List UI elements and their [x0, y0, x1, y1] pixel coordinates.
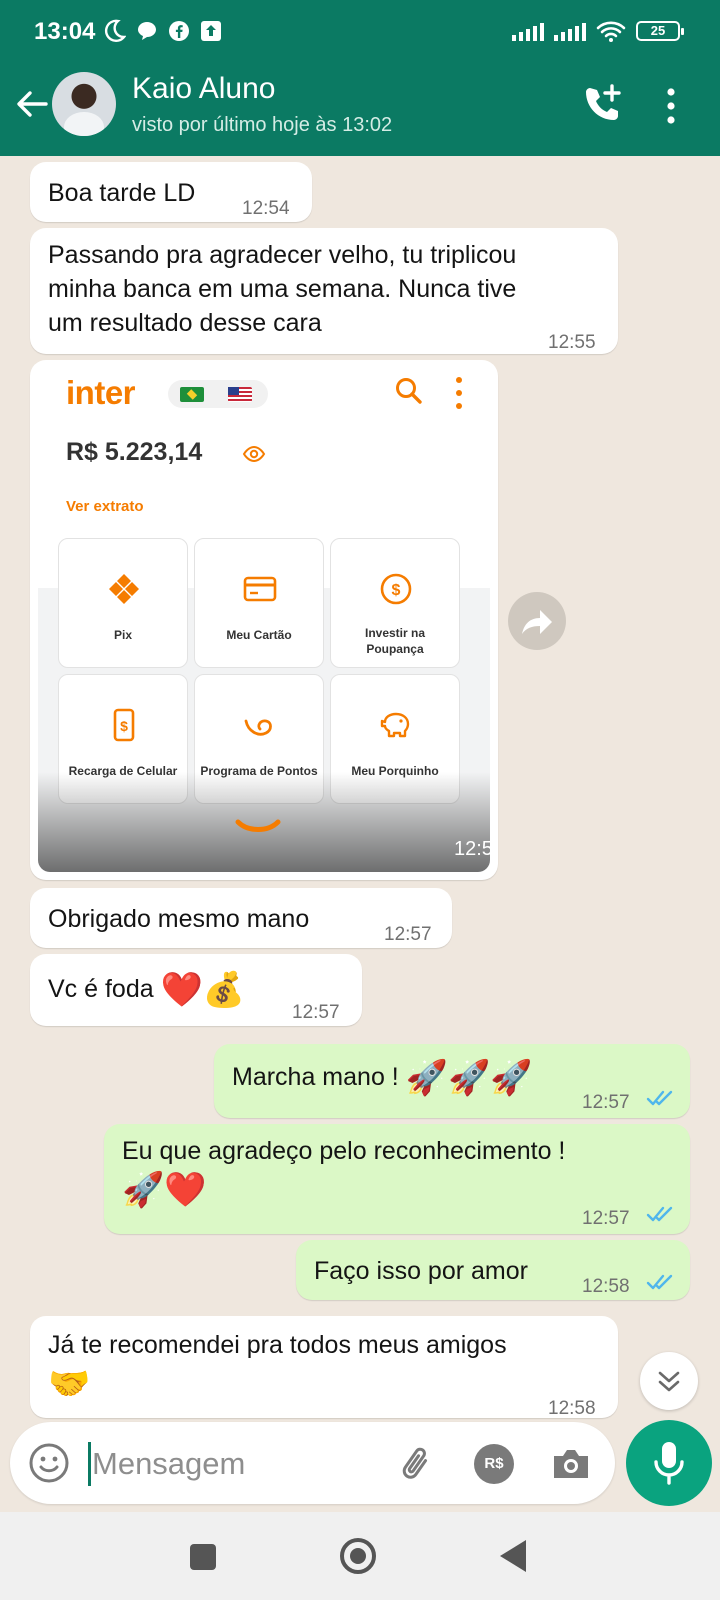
attach-icon[interactable]: [396, 1442, 440, 1486]
bank-app-screenshot[interactable]: inter R$ 5.223,14 Ver extrato Pix Meu Ca…: [38, 368, 490, 872]
message-image[interactable]: inter R$ 5.223,14 Ver extrato Pix Meu Ca…: [30, 360, 498, 880]
scroll-to-bottom-button[interactable]: [640, 1352, 698, 1410]
recent-apps-button[interactable]: [190, 1544, 216, 1570]
message-text-line: Passando pra agradecer velho, tu triplic…: [48, 241, 517, 269]
loop-icon: [244, 719, 272, 736]
statement-link: Ver extrato: [66, 498, 144, 515]
message-text: Vc é foda: [48, 975, 154, 1003]
usa-flag-icon: [228, 387, 252, 402]
message-outgoing[interactable]: Faço isso por amor 12:58: [296, 1240, 690, 1300]
eye-icon: [242, 445, 266, 463]
double-chevron-down-icon: [658, 1371, 680, 1392]
forward-button[interactable]: [508, 592, 566, 650]
message-input[interactable]: [92, 1442, 382, 1486]
back-arrow-icon[interactable]: [12, 84, 52, 124]
add-call-icon[interactable]: [580, 82, 624, 126]
tile-label: Investir na Poupança: [364, 626, 426, 656]
notification-icons: [104, 19, 222, 43]
message-time: 12:57: [384, 924, 432, 945]
text-cursor: [88, 1442, 91, 1486]
signal-icon: [554, 21, 586, 41]
home-button[interactable]: [340, 1538, 376, 1574]
read-ticks-icon: [646, 1090, 673, 1106]
camera-icon[interactable]: [550, 1444, 592, 1484]
wifi-icon: [596, 21, 626, 42]
message-time: 12:57: [454, 838, 490, 860]
message-text: Marcha mano !: [232, 1063, 399, 1091]
piggy-bank-icon: [380, 712, 410, 738]
system-icons: 25: [512, 20, 684, 42]
svg-text:$: $: [392, 582, 401, 599]
contact-name[interactable]: Kaio Aluno: [132, 72, 275, 106]
handshake-emoji: 🤝: [48, 1365, 91, 1403]
message-text: Eu que agradeço pelo reconhecimento !: [122, 1137, 566, 1165]
chat-header: Kaio Aluno visto por último hoje às 13:0…: [0, 64, 720, 156]
tile-savings: $ Investir na Poupança: [330, 538, 460, 668]
message-text: Boa tarde LD: [48, 179, 196, 207]
status-bar: 13:04 25: [0, 0, 720, 64]
message-outgoing[interactable]: Marcha mano ! 🚀🚀🚀 12:57: [214, 1044, 690, 1118]
more-options-icon[interactable]: [664, 86, 678, 126]
heart-moneybag-emoji: ❤️💰: [160, 971, 246, 1009]
voice-message-button[interactable]: [626, 1420, 712, 1506]
chevron-down-icon: [235, 819, 281, 832]
message-time: 12:57: [292, 1002, 340, 1023]
battery-icon: 25: [636, 21, 684, 41]
more-options-icon: [456, 377, 462, 409]
message-time: 12:54: [242, 198, 290, 219]
rocket-heart-emoji: 🚀❤️: [122, 1171, 207, 1209]
status-time: 13:04: [34, 18, 96, 45]
message-time: 12:57: [582, 1208, 630, 1229]
system-back-button[interactable]: [500, 1540, 526, 1572]
savings-coin-icon: $: [380, 573, 412, 605]
moon-icon: [104, 19, 126, 42]
phone-recharge-icon: $: [113, 708, 135, 742]
message-text-line: minha banca em uma semana. Nunca tive: [48, 275, 517, 303]
message-text-line: um resultado desse cara: [48, 309, 322, 337]
message-text: Obrigado mesmo mano: [48, 905, 310, 933]
facebook-icon: [169, 21, 189, 41]
chat-bubble-icon: [138, 22, 156, 40]
message-time: 12:58: [548, 1398, 596, 1419]
upload-icon: [201, 21, 221, 41]
message-incoming[interactable]: Passando pra agradecer velho, tu triplic…: [30, 228, 618, 354]
top-bar: 13:04 25 Kaio Aluno visto por último hoj…: [0, 0, 720, 156]
message-time: 12:55: [548, 332, 596, 353]
read-ticks-icon: [646, 1206, 673, 1222]
message-incoming[interactable]: Já te recomendei pra todos meus amigos 🤝…: [30, 1316, 618, 1419]
payment-button[interactable]: R$: [474, 1444, 514, 1484]
message-incoming[interactable]: Obrigado mesmo mano 12:57: [30, 888, 452, 948]
message-time: 12:57: [582, 1092, 630, 1113]
read-ticks-icon: [646, 1274, 673, 1290]
inter-logo: inter: [66, 374, 136, 411]
tile-pix: Pix: [58, 538, 188, 668]
brazil-flag-icon: [180, 387, 204, 402]
emoji-icon[interactable]: [28, 1442, 70, 1484]
svg-text:$: $: [120, 718, 128, 734]
system-navigation-bar: [0, 1512, 720, 1600]
message-incoming[interactable]: Vc é foda ❤️💰 12:57: [30, 954, 362, 1026]
language-toggle: [168, 380, 268, 408]
rocket-emoji: 🚀🚀🚀: [405, 1059, 533, 1097]
message-text: Faço isso por amor: [314, 1257, 528, 1285]
search-icon: [396, 378, 422, 404]
account-balance: R$ 5.223,14: [66, 438, 203, 466]
tile-label: Pix: [113, 628, 132, 642]
message-text: Já te recomendei pra todos meus amigos: [48, 1331, 507, 1359]
message-outgoing[interactable]: Eu que agradeço pelo reconhecimento ! 🚀❤…: [104, 1124, 690, 1234]
pix-icon: [109, 574, 139, 604]
microphone-icon: [654, 1442, 684, 1485]
card-icon: [243, 576, 277, 602]
message-time: 12:58: [582, 1276, 630, 1297]
contact-last-seen: visto por último hoje às 13:02: [132, 114, 393, 136]
signal-icon: [512, 21, 544, 41]
message-incoming[interactable]: Boa tarde LD 12:54: [30, 162, 312, 222]
tile-my-card: Meu Cartão: [194, 538, 324, 668]
avatar[interactable]: [52, 72, 116, 136]
message-composer: R$: [10, 1422, 615, 1504]
tile-label: Meu Cartão: [226, 628, 292, 642]
forward-arrow-icon: [522, 610, 552, 634]
